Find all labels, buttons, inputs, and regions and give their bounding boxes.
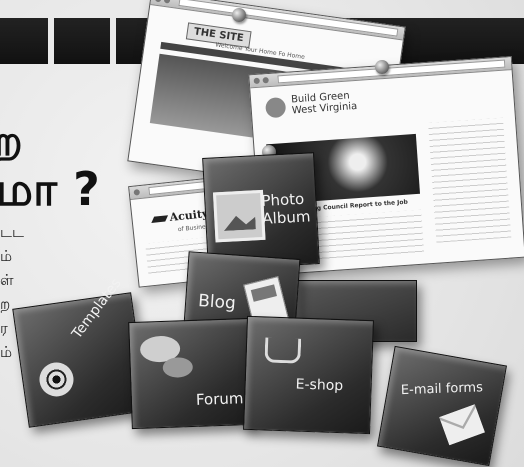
window-button-icon [154, 0, 162, 3]
band-divider [110, 18, 116, 64]
heading-line-1: ற [0, 116, 23, 165]
photo-album-cube: Photo Album [202, 152, 320, 270]
brand-logo-icon [264, 96, 287, 119]
pushpin-icon [232, 8, 246, 22]
band-divider [48, 18, 54, 64]
forum-cube: Forum [128, 317, 254, 430]
cube-label: Forum [195, 389, 244, 409]
margin-line: டட [0, 223, 24, 241]
film-reel-icon [37, 360, 76, 399]
blog-brand: Build Green West Virginia [291, 90, 358, 116]
margin-line: ள் [0, 271, 14, 289]
cube-label: E-shop [295, 376, 344, 395]
photo-icon [212, 189, 266, 243]
window-button-icon [133, 189, 141, 196]
shopping-basket-icon [264, 337, 302, 364]
blog-sidebar [428, 117, 512, 243]
pushpin-icon [375, 60, 389, 74]
cube-label: E-mail forms [400, 380, 484, 399]
cube-label: Photo Album [261, 189, 311, 228]
window-button-icon [262, 77, 269, 84]
eshop-cube: E-shop [243, 315, 374, 435]
envelope-icon [439, 404, 485, 445]
swoosh-icon [151, 215, 169, 223]
email-forms-cube: E-mail forms [377, 345, 507, 467]
cube-label: Blog [197, 291, 237, 314]
speech-bubbles-icon [139, 335, 181, 363]
templates-cube: Templates [12, 275, 148, 428]
heading-line-2: மா ? [0, 162, 100, 216]
margin-line: ம் [0, 247, 13, 265]
window-button-icon [253, 77, 260, 85]
window-button-icon [163, 0, 171, 4]
